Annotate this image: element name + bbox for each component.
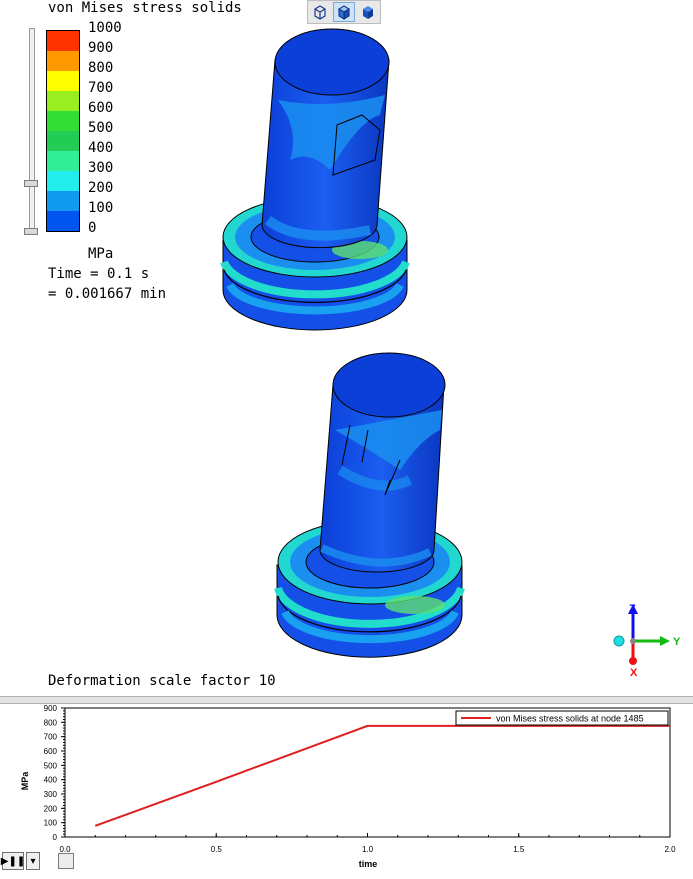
- plot-frame: [64, 707, 671, 838]
- y-axis-label: MPa: [20, 771, 30, 791]
- model-viewport[interactable]: von Mises stress solids 1000 900 800 700…: [0, 0, 693, 696]
- y-tick-label: 700: [44, 733, 58, 742]
- plot-options-button[interactable]: [58, 853, 74, 869]
- y-tick-label: 0: [53, 833, 58, 842]
- axis-y-label: Y: [673, 636, 681, 648]
- axis-triad: Z Y X: [613, 603, 681, 679]
- x-axis-label: time: [359, 859, 378, 869]
- pane-splitter[interactable]: [0, 696, 693, 704]
- plot-legend: von Mises stress solids at node 1485: [455, 710, 669, 726]
- line-chart: 0100200300400500600700800900 0.0 0.5 1.0 1.…: [20, 704, 676, 869]
- axis-z-label: Z: [629, 603, 636, 615]
- animation-controls: ▶❚❚ ▾: [1, 852, 40, 870]
- animation-options-dropdown[interactable]: ▾: [26, 852, 40, 870]
- y-tick-label: 900: [44, 704, 58, 713]
- time-history-plot: 0 100 200 300 400 500 600 700 800 900 0.0 0.5 1.0 1.…: [0, 704, 693, 875]
- axis-x-label: X: [630, 667, 638, 679]
- y-tick-label: 200: [44, 804, 58, 813]
- y-tick-label: 500: [44, 761, 58, 770]
- play-pause-button[interactable]: ▶❚❚: [1, 852, 25, 870]
- y-tick-label: 600: [44, 747, 58, 756]
- y-tick-label: 400: [44, 776, 58, 785]
- model-body-lower: [274, 352, 465, 658]
- x-tick-label: 1.5: [513, 845, 525, 854]
- x-tick-label: 2.0: [664, 845, 676, 854]
- y-tick-label: 800: [44, 718, 58, 727]
- x-tick-label: 0.5: [211, 845, 223, 854]
- y-tick-label: 300: [44, 790, 58, 799]
- y-axis: 0 100 200 300 400 500 600 700 800 900: [44, 704, 65, 842]
- y-tick-label: 100: [44, 819, 58, 828]
- model-render[interactable]: Z Y X: [0, 0, 693, 696]
- x-tick-label: 1.0: [362, 845, 374, 854]
- legend-series-label: von Mises stress solids at node 1485: [496, 714, 644, 724]
- model-body-upper: [220, 28, 410, 331]
